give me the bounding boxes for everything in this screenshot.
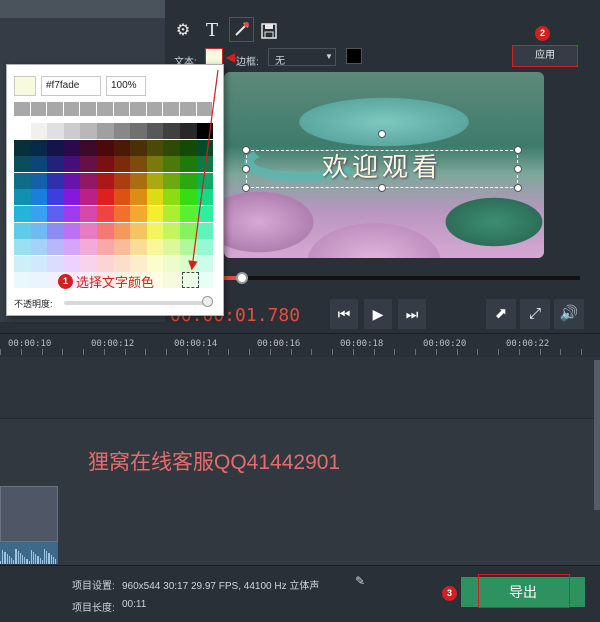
annotation-arrows [188,53,238,271]
ruler-tick [352,349,354,355]
ruler-tick [311,349,313,355]
ruler-tick [290,349,292,355]
ruler-tick [20,349,22,355]
ruler-tick [498,349,499,355]
ruler-tick [62,349,64,355]
ruler-tick [373,349,375,355]
ruler-tick [394,349,396,355]
ruler-tick [332,349,333,355]
ruler-tick [166,349,167,355]
ruler-tick [145,349,147,355]
ruler-tick [581,349,582,355]
ruler-tick [103,349,105,355]
ruler-tick [518,349,520,355]
ruler-tick [560,349,562,355]
ruler-tick [228,349,230,355]
ruler-tick [456,349,458,355]
ruler-tick [415,349,416,355]
ruler-tick [41,349,43,355]
ruler-tick [269,349,271,355]
ruler-tick [186,349,188,355]
ruler-tick [539,349,541,355]
ruler-tick [83,349,84,355]
ruler-tick [249,349,250,355]
ruler-tick [477,349,479,355]
ruler-tick [124,349,126,355]
ruler-tick [435,349,437,355]
ruler-tick [0,349,1,355]
ruler-tick [207,349,209,355]
